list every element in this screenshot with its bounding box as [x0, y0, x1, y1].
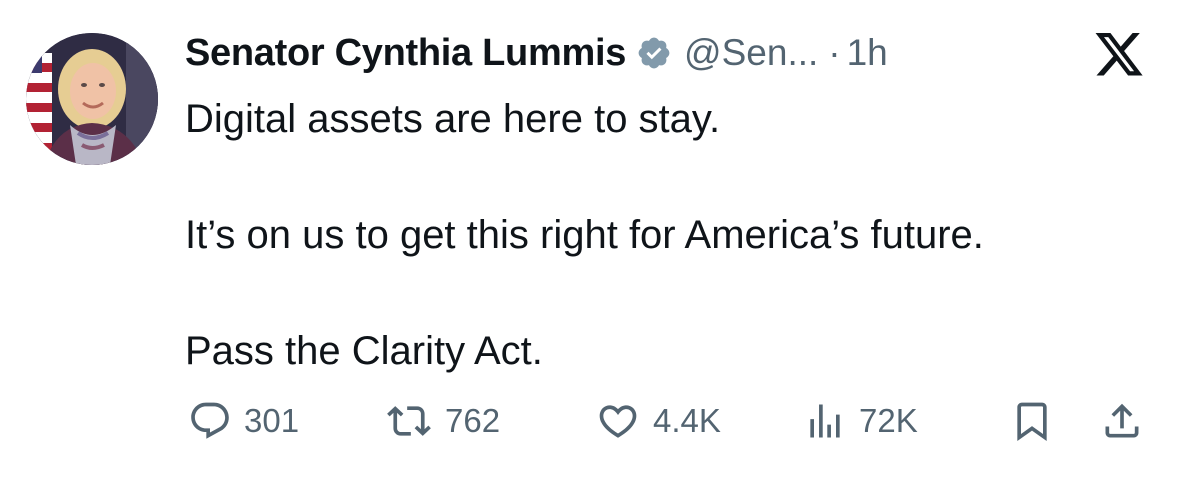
tweet-text-line: Pass the Clarity Act. — [185, 329, 543, 373]
views-icon — [810, 404, 840, 438]
bookmark-icon — [1017, 402, 1047, 442]
avatar[interactable] — [26, 33, 158, 165]
views-count: 72K — [859, 402, 918, 439]
reply-count: 301 — [244, 402, 300, 439]
tweet-text: Digital assets are here to stay. It’s on… — [185, 90, 1145, 380]
avatar-photo — [26, 33, 158, 165]
views-button[interactable]: 72K — [803, 395, 918, 447]
verified-badge-icon — [636, 35, 672, 71]
bookmark-button[interactable] — [1010, 395, 1054, 447]
reply-icon — [191, 402, 229, 439]
like-count: 4.4K — [653, 402, 721, 439]
repost-count: 762 — [445, 402, 501, 439]
repost-icon — [387, 406, 431, 436]
action-bar: 301 762 4.4K 72K — [185, 395, 1145, 447]
tweet-text-line: Digital assets are here to stay. — [185, 97, 721, 141]
heart-icon — [599, 405, 637, 438]
author-handle[interactable]: @Sen... — [684, 32, 818, 74]
header-separator: · — [828, 32, 841, 73]
like-button[interactable]: 4.4K — [595, 395, 721, 447]
author-display-name[interactable]: Senator Cynthia Lummis — [185, 32, 626, 75]
share-icon — [1105, 403, 1139, 438]
tweet-card[interactable]: Senator Cynthia Lummis @Sen... · 1h Digi… — [0, 0, 1179, 486]
tweet-timestamp[interactable]: 1h — [847, 32, 888, 74]
tweet-text-line: It’s on us to get this right for America… — [185, 213, 984, 257]
share-button[interactable] — [1100, 395, 1144, 447]
tweet-header: Senator Cynthia Lummis @Sen... · 1h — [185, 26, 888, 80]
repost-button[interactable]: 762 — [385, 395, 500, 447]
x-logo-icon — [1092, 33, 1146, 81]
reply-button[interactable]: 301 — [188, 395, 299, 447]
